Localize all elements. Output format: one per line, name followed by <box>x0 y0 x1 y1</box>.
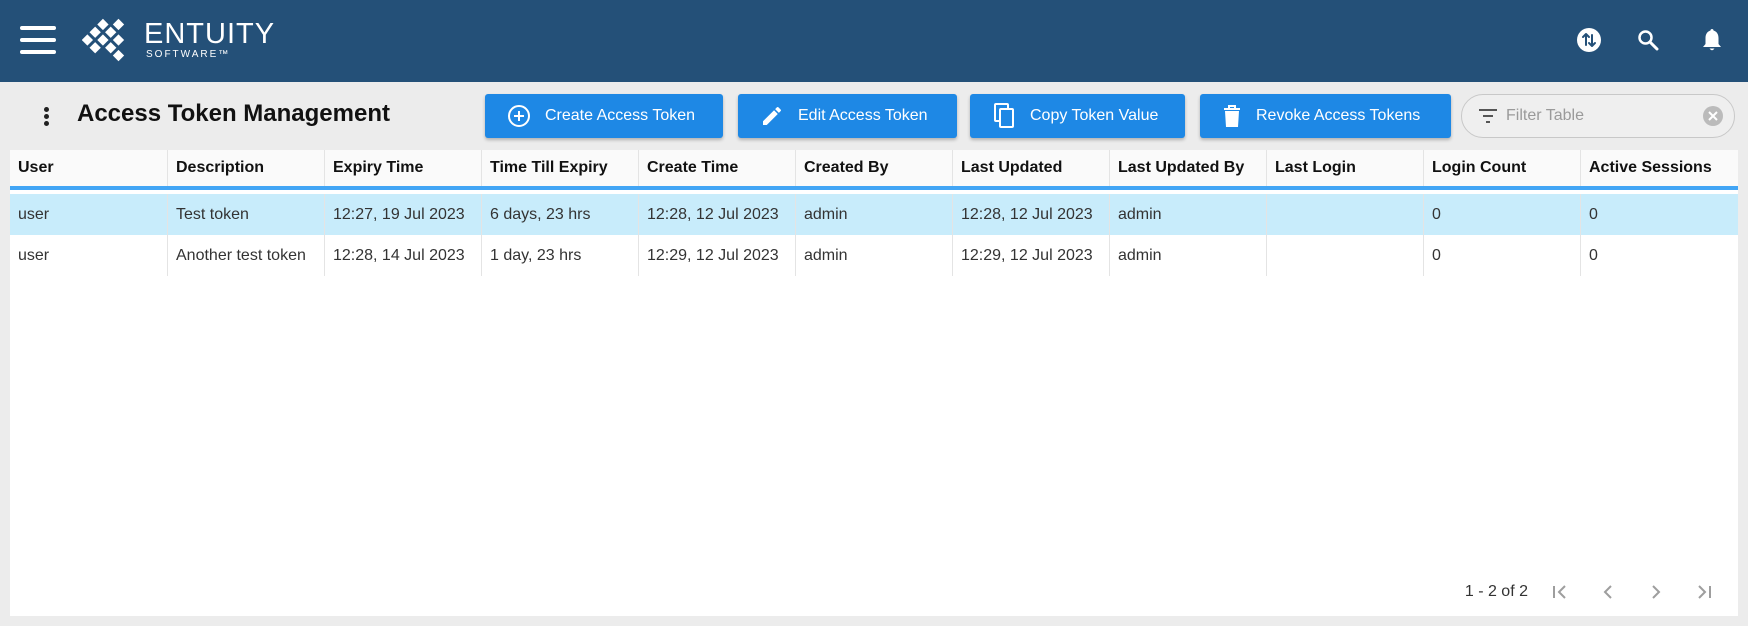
cell-last-login <box>1266 194 1423 235</box>
cell-user: user <box>10 194 167 235</box>
revoke-access-tokens-button[interactable]: Revoke Access Tokens <box>1200 94 1451 138</box>
column-header-last-updated[interactable]: Last Updated <box>952 150 1109 186</box>
column-header-login-count[interactable]: Login Count <box>1423 150 1580 186</box>
edit-access-token-button[interactable]: Edit Access Token <box>738 94 957 138</box>
cell-created-by: admin <box>795 194 952 235</box>
app-header: ENTUITY SOFTWARE™ <box>0 0 1748 82</box>
table-row[interactable]: user Another test token 12:28, 14 Jul 20… <box>10 235 1738 276</box>
table-row[interactable]: user Test token 12:27, 19 Jul 2023 6 day… <box>10 194 1738 235</box>
cell-description: Another test token <box>167 235 324 276</box>
cell-last-updated: 12:29, 12 Jul 2023 <box>952 235 1109 276</box>
access-token-table: User Description Expiry Time Time Till E… <box>10 150 1738 616</box>
edit-access-token-label: Edit Access Token <box>798 107 928 125</box>
search-icon[interactable] <box>1632 24 1664 56</box>
pagination-info: 1 - 2 of 2 <box>1465 583 1528 601</box>
filter-input[interactable] <box>1506 107 1696 125</box>
copy-token-value-label: Copy Token Value <box>1030 107 1158 125</box>
create-access-token-label: Create Access Token <box>545 107 695 125</box>
cell-active-sessions: 0 <box>1580 194 1738 235</box>
bell-icon[interactable] <box>1696 24 1728 56</box>
column-header-last-login[interactable]: Last Login <box>1266 150 1423 186</box>
cell-expiry-time: 12:27, 19 Jul 2023 <box>324 194 481 235</box>
cell-create-time: 12:28, 12 Jul 2023 <box>638 194 795 235</box>
cell-active-sessions: 0 <box>1580 235 1738 276</box>
column-header-create-time[interactable]: Create Time <box>638 150 795 186</box>
cell-last-updated: 12:28, 12 Jul 2023 <box>952 194 1109 235</box>
last-page-icon[interactable] <box>1680 576 1728 608</box>
page-title: Access Token Management <box>77 100 390 128</box>
column-header-created-by[interactable]: Created By <box>795 150 952 186</box>
swap-icon[interactable] <box>1573 24 1605 56</box>
cell-user: user <box>10 235 167 276</box>
table-header: User Description Expiry Time Time Till E… <box>10 150 1738 190</box>
pencil-icon <box>760 104 784 128</box>
copy-token-value-button[interactable]: Copy Token Value <box>970 94 1185 138</box>
column-header-description[interactable]: Description <box>167 150 324 186</box>
cell-last-login <box>1266 235 1423 276</box>
menu-icon[interactable] <box>20 26 56 54</box>
brand-logo[interactable]: ENTUITY SOFTWARE™ <box>82 16 275 64</box>
next-page-icon[interactable] <box>1632 576 1680 608</box>
add-circle-icon <box>507 104 531 128</box>
column-header-time-till-expiry[interactable]: Time Till Expiry <box>481 150 638 186</box>
entuity-logo-icon <box>82 16 138 64</box>
column-header-expiry-time[interactable]: Expiry Time <box>324 150 481 186</box>
cell-login-count: 0 <box>1423 235 1580 276</box>
cell-time-till-expiry: 1 day, 23 hrs <box>481 235 638 276</box>
create-access-token-button[interactable]: Create Access Token <box>485 94 723 138</box>
pagination: 1 - 2 of 2 <box>1465 576 1728 608</box>
revoke-access-tokens-label: Revoke Access Tokens <box>1256 107 1420 125</box>
previous-page-icon[interactable] <box>1584 576 1632 608</box>
cell-last-updated-by: admin <box>1109 194 1266 235</box>
cell-login-count: 0 <box>1423 194 1580 235</box>
brand-subtitle: SOFTWARE™ <box>144 49 275 61</box>
cell-time-till-expiry: 6 days, 23 hrs <box>481 194 638 235</box>
copy-icon <box>992 103 1016 129</box>
cell-create-time: 12:29, 12 Jul 2023 <box>638 235 795 276</box>
cell-last-updated-by: admin <box>1109 235 1266 276</box>
column-header-user[interactable]: User <box>10 150 167 186</box>
brand-name: ENTUITY <box>144 19 275 49</box>
more-options-icon[interactable] <box>34 104 58 128</box>
trash-icon <box>1222 104 1242 128</box>
filter-icon <box>1478 108 1498 124</box>
clear-filter-icon[interactable] <box>1702 105 1724 127</box>
column-header-active-sessions[interactable]: Active Sessions <box>1580 150 1738 186</box>
cell-created-by: admin <box>795 235 952 276</box>
filter-field <box>1461 94 1735 138</box>
first-page-icon[interactable] <box>1536 576 1584 608</box>
column-header-last-updated-by[interactable]: Last Updated By <box>1109 150 1266 186</box>
cell-description: Test token <box>167 194 324 235</box>
cell-expiry-time: 12:28, 14 Jul 2023 <box>324 235 481 276</box>
